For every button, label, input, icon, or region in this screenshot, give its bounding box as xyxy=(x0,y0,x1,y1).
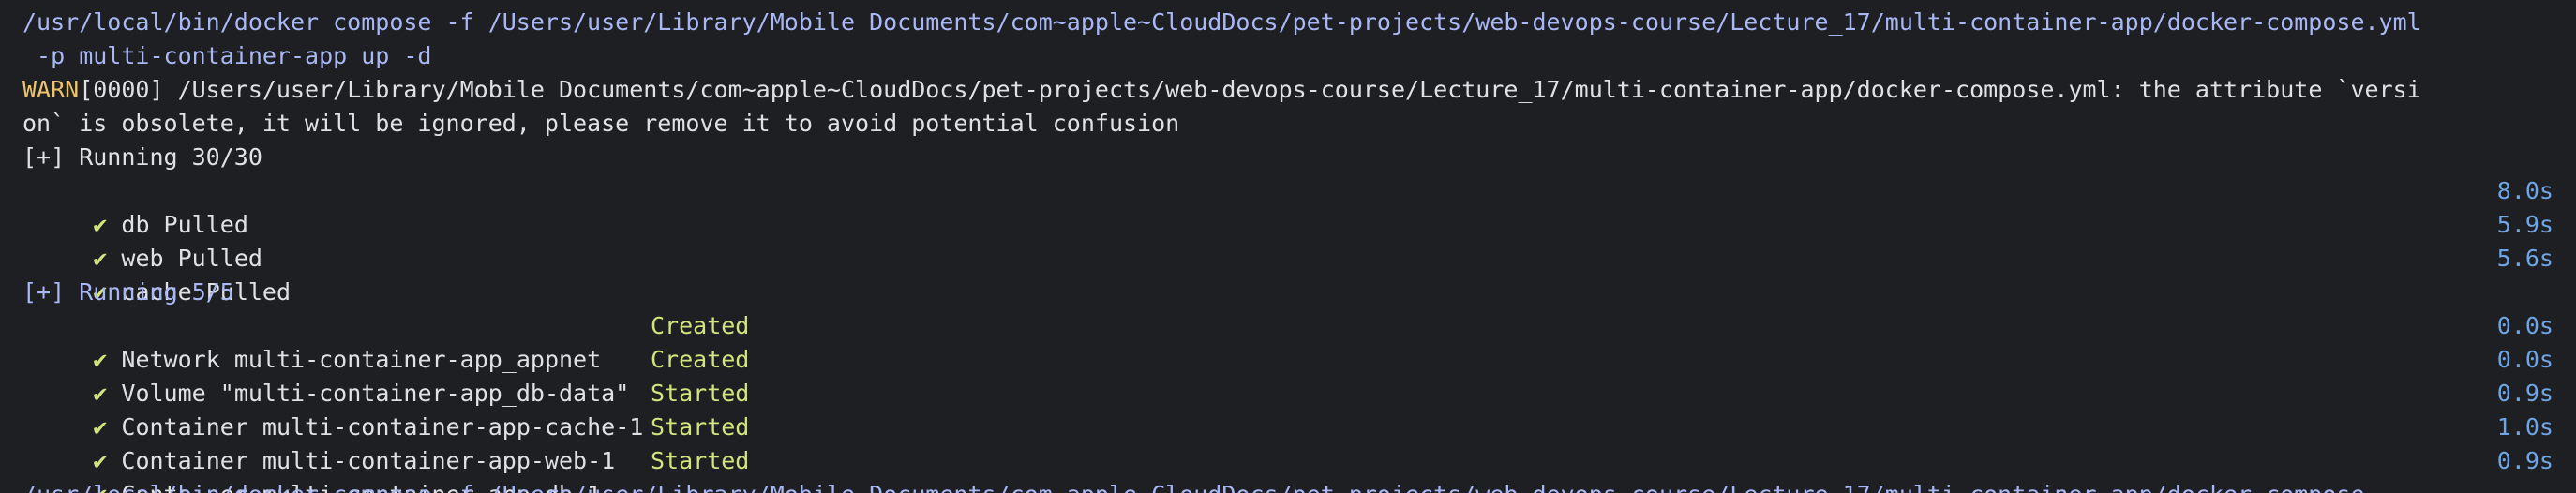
command-line-1: /usr/local/bin/docker compose -f /Users/… xyxy=(22,8,2421,36)
warning-line-1: WARN[0000] /Users/user/Library/Mobile Do… xyxy=(22,73,2576,107)
create-item-volume: ✔ Volume "multi-container-app_db-data" C… xyxy=(22,343,2576,407)
pull-item-time: 5.6s xyxy=(2496,245,2554,272)
create-item-time: 0.0s xyxy=(2496,346,2554,373)
create-item-network: ✔ Network multi-container-app_appnet Cre… xyxy=(22,309,2576,373)
create-item-time: 0.9s xyxy=(2496,447,2554,474)
pull-item-cache: ✔ cache Pulled 5.6s xyxy=(22,242,2576,306)
create-item-status: Created xyxy=(651,346,750,373)
create-item-status: Started xyxy=(651,447,750,474)
create-item-db-container: ✔ Container multi-container-app-db-1 Sta… xyxy=(22,444,2576,493)
pull-item-time: 5.9s xyxy=(2496,211,2554,238)
warning-text: [0000] /Users/user/Library/Mobile Docume… xyxy=(79,76,2421,103)
pull-item-web: ✔ web Pulled 5.9s xyxy=(22,208,2576,272)
create-item-time: 0.0s xyxy=(2496,312,2554,339)
next-command-line: /usr/local/bin/docker compose -f /Users/… xyxy=(22,478,2576,493)
create-item-status: Started xyxy=(651,413,750,441)
warning-line-2: on` is obsolete, it will be ignored, ple… xyxy=(22,110,1180,137)
create-item-status: Started xyxy=(651,380,750,407)
create-item-time: 0.9s xyxy=(2496,380,2554,407)
warn-tag: WARN xyxy=(22,76,80,103)
pull-item-time: 8.0s xyxy=(2496,177,2554,204)
pull-section-header: [+] Running 30/30 xyxy=(22,143,262,171)
command-line-2: -p multi-container-app up -d xyxy=(22,42,432,69)
create-item-status: Created xyxy=(651,312,750,339)
pull-item-db: ✔ db Pulled 8.0s xyxy=(22,174,2576,238)
create-item-web-container: ✔ Container multi-container-app-web-1 St… xyxy=(22,411,2576,474)
create-item-time: 1.0s xyxy=(2496,413,2554,441)
create-section-header: [+] Running 5/5 xyxy=(22,278,234,306)
terminal-output[interactable]: /usr/local/bin/docker compose -f /Users/… xyxy=(0,0,2576,493)
create-item-cache-container: ✔ Container multi-container-app-cache-1 … xyxy=(22,377,2576,441)
